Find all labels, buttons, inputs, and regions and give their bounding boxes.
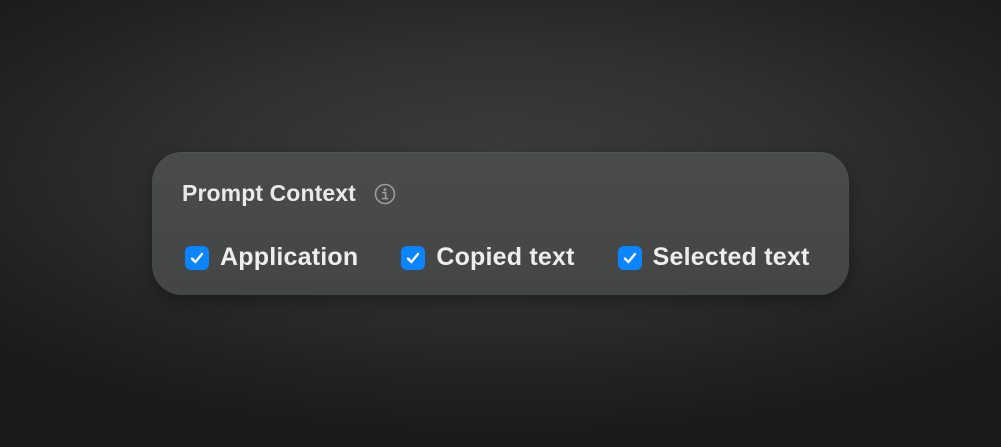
- application-checkbox[interactable]: [185, 245, 209, 270]
- option-application[interactable]: Application: [185, 243, 358, 272]
- selected-text-label: Selected text: [652, 243, 810, 271]
- option-copied-text[interactable]: Copied text: [401, 243, 574, 272]
- copied-text-checkbox[interactable]: [401, 245, 426, 270]
- info-icon[interactable]: [374, 183, 396, 205]
- prompt-context-panel: Prompt Context Application Copied text S…: [152, 152, 849, 295]
- info-icon-graphic: [374, 183, 396, 204]
- selected-text-checkbox[interactable]: [617, 245, 642, 270]
- checkmark-icon: [190, 252, 204, 263]
- panel-title: Prompt Context: [182, 180, 356, 206]
- copied-text-label: Copied text: [436, 243, 575, 271]
- checkmark-icon: [623, 252, 636, 263]
- option-selected-text[interactable]: Selected text: [617, 243, 810, 272]
- context-options: Application Copied text Selected text: [185, 243, 809, 272]
- application-label: Application: [220, 243, 359, 271]
- panel-header: Prompt Context: [182, 180, 396, 207]
- checkmark-icon: [407, 252, 420, 263]
